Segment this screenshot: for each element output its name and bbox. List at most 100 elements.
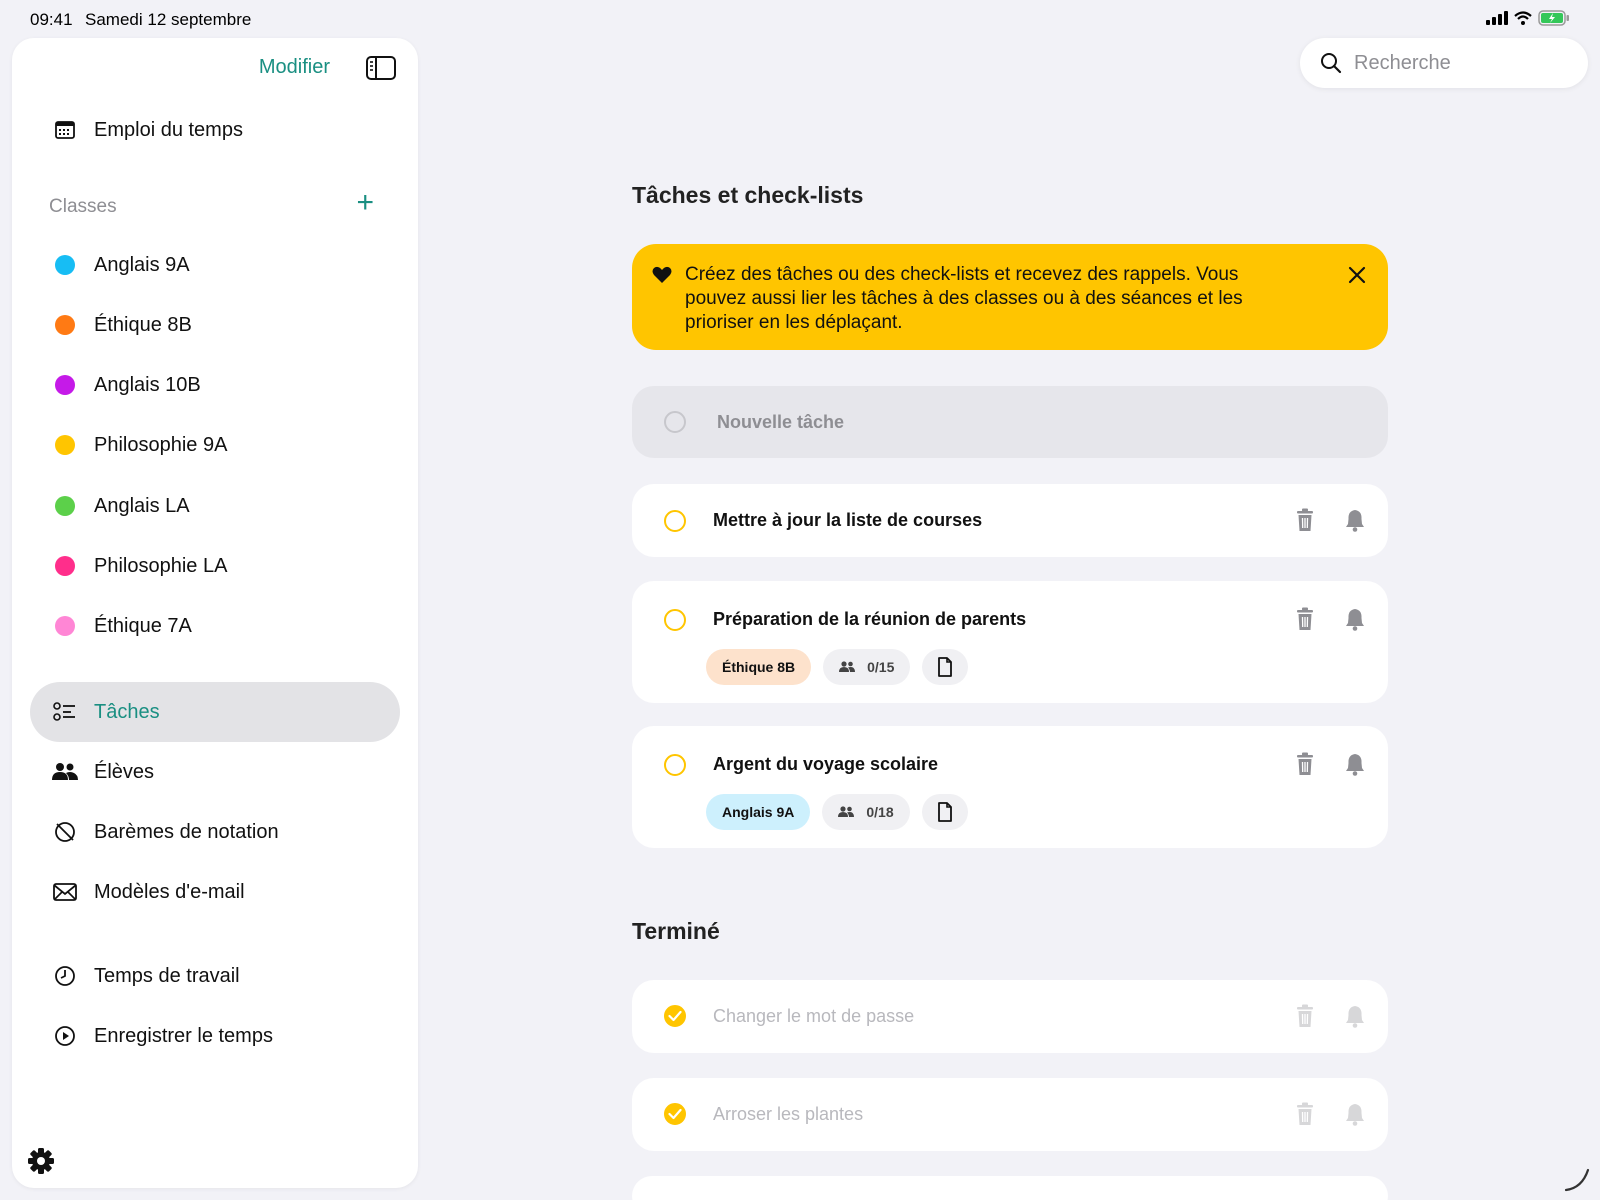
sidebar-item-label: Emploi du temps xyxy=(94,118,243,141)
sidebar-toggle-icon[interactable] xyxy=(364,52,398,84)
page-title: Tâches et check-lists xyxy=(632,182,864,208)
gear-icon[interactable] xyxy=(26,1146,56,1176)
task-card[interactable]: Mettre à jour la liste de courses xyxy=(632,484,1388,557)
task-checkbox xyxy=(664,411,686,433)
class-color-dot xyxy=(55,556,75,576)
modify-button[interactable]: Modifier xyxy=(259,56,330,79)
search-input[interactable] xyxy=(1354,51,1554,75)
class-label: Anglais LA xyxy=(94,494,190,517)
close-icon[interactable] xyxy=(1346,264,1368,286)
sidebar-item-class[interactable]: Anglais LA xyxy=(52,486,398,526)
sidebar-item-label: Élèves xyxy=(94,760,155,783)
trash-icon[interactable] xyxy=(1294,508,1316,532)
class-color-dot xyxy=(55,375,75,395)
sidebar-toolbar: Modifier xyxy=(12,52,418,88)
trash-icon[interactable] xyxy=(1294,1102,1316,1126)
resize-handle-icon[interactable] xyxy=(1562,1164,1592,1194)
task-title: Préparation de la réunion de parents xyxy=(713,609,1027,629)
task-title: Arroser les plantes xyxy=(713,1104,864,1124)
completed-task-card[interactable] xyxy=(632,1176,1388,1200)
trash-icon[interactable] xyxy=(1294,607,1316,631)
attachment-chip[interactable] xyxy=(922,649,969,685)
info-banner: Créez des tâches ou des check-lists et r… xyxy=(632,244,1388,350)
people-icon xyxy=(52,759,78,785)
sidebar-item-tasks[interactable]: Tâches xyxy=(52,692,398,732)
class-label: Éthique 7A xyxy=(94,614,192,637)
wifi-icon xyxy=(1514,11,1532,25)
trash-icon[interactable] xyxy=(1294,1004,1316,1028)
sidebar-item-class[interactable]: Philosophie LA xyxy=(52,546,398,586)
banner-text: Créez des tâches ou des check-lists et r… xyxy=(685,264,1243,333)
add-class-button[interactable]: + xyxy=(356,188,374,218)
task-checkbox[interactable] xyxy=(664,754,686,776)
task-card[interactable]: Préparation de la réunion de parents Éth… xyxy=(632,581,1388,703)
checklist-icon xyxy=(52,699,78,725)
heart-icon xyxy=(652,266,672,283)
students-chip[interactable]: 0/15 xyxy=(823,649,911,685)
status-time: 09:41 xyxy=(30,10,73,29)
sidebar-item-email-templates[interactable]: Modèles d'e-mail xyxy=(52,872,398,912)
sidebar-item-students[interactable]: Élèves xyxy=(52,752,398,792)
class-color-dot xyxy=(55,496,75,516)
task-card[interactable]: Argent du voyage scolaire Anglais 9A 0/1… xyxy=(632,726,1388,848)
sidebar-item-schedule[interactable]: Emploi du temps xyxy=(52,110,398,150)
attachment-chip[interactable] xyxy=(921,794,968,830)
calendar-icon xyxy=(52,117,78,143)
envelope-icon xyxy=(52,879,78,905)
sidebar-item-grading[interactable]: Barèmes de notation xyxy=(52,812,398,852)
new-task-placeholder: Nouvelle tâche xyxy=(717,412,845,432)
class-chip[interactable]: Éthique 8B xyxy=(706,649,812,685)
task-title: Mettre à jour la liste de courses xyxy=(713,510,983,530)
bell-icon[interactable] xyxy=(1344,607,1366,631)
trash-icon[interactable] xyxy=(1294,752,1316,776)
bell-icon[interactable] xyxy=(1344,1004,1366,1028)
bell-icon[interactable] xyxy=(1344,508,1366,532)
class-label: Anglais 9A xyxy=(94,253,190,276)
sidebar-item-class[interactable]: Anglais 9A xyxy=(52,245,398,285)
sidebar-item-label: Barèmes de notation xyxy=(94,820,279,843)
completed-task-card[interactable]: Arroser les plantes xyxy=(632,1078,1388,1151)
class-label: Philosophie LA xyxy=(94,554,228,577)
bell-icon[interactable] xyxy=(1344,1102,1366,1126)
sidebar-item-class[interactable]: Anglais 10B xyxy=(52,365,398,405)
classes-header: Classes xyxy=(49,196,117,217)
class-label: Éthique 8B xyxy=(94,313,192,336)
class-chip[interactable]: Anglais 9A xyxy=(706,794,811,830)
search-icon xyxy=(1321,53,1342,74)
sidebar: Modifier Emploi du temps Classes + Angla… xyxy=(12,38,418,1188)
class-label: Philosophie 9A xyxy=(94,433,228,456)
students-count: 0/15 xyxy=(867,659,895,675)
play-circle-icon xyxy=(52,1023,78,1049)
people-icon xyxy=(838,806,855,817)
class-label: Anglais 10B xyxy=(94,373,201,396)
sidebar-item-work-time[interactable]: Temps de travail xyxy=(52,956,398,996)
sidebar-item-class[interactable]: Éthique 8B xyxy=(52,305,398,345)
bell-icon[interactable] xyxy=(1344,752,1366,776)
status-icons xyxy=(1486,10,1570,26)
task-chips: Anglais 9A 0/18 xyxy=(706,794,968,830)
task-title: Changer le mot de passe xyxy=(713,1006,915,1026)
sidebar-item-record-time[interactable]: Enregistrer le temps xyxy=(52,1016,398,1056)
task-checkbox[interactable] xyxy=(664,510,686,532)
task-checkbox[interactable] xyxy=(664,609,686,631)
search-bar[interactable] xyxy=(1300,38,1588,88)
status-date: Samedi 12 septembre xyxy=(85,10,252,29)
battery-icon xyxy=(1538,10,1569,26)
document-icon xyxy=(937,802,952,822)
class-color-dot xyxy=(55,315,75,335)
completed-task-card[interactable]: Changer le mot de passe xyxy=(632,980,1388,1053)
task-chips: Éthique 8B 0/15 xyxy=(706,649,969,685)
new-task-input[interactable]: Nouvelle tâche xyxy=(632,386,1388,458)
task-checkbox-checked[interactable] xyxy=(664,1005,686,1027)
checkmark-icon xyxy=(668,1010,682,1022)
sidebar-item-label: Temps de travail xyxy=(94,964,240,987)
task-checkbox-checked[interactable] xyxy=(664,1103,686,1125)
done-section-title: Terminé xyxy=(632,918,720,944)
people-icon xyxy=(839,661,856,672)
class-color-dot xyxy=(55,435,75,455)
students-chip[interactable]: 0/18 xyxy=(822,794,910,830)
task-title: Argent du voyage scolaire xyxy=(713,754,939,774)
sidebar-item-class[interactable]: Philosophie 9A xyxy=(52,425,398,465)
checkmark-icon xyxy=(668,1108,682,1120)
sidebar-item-class[interactable]: Éthique 7A xyxy=(52,606,398,646)
